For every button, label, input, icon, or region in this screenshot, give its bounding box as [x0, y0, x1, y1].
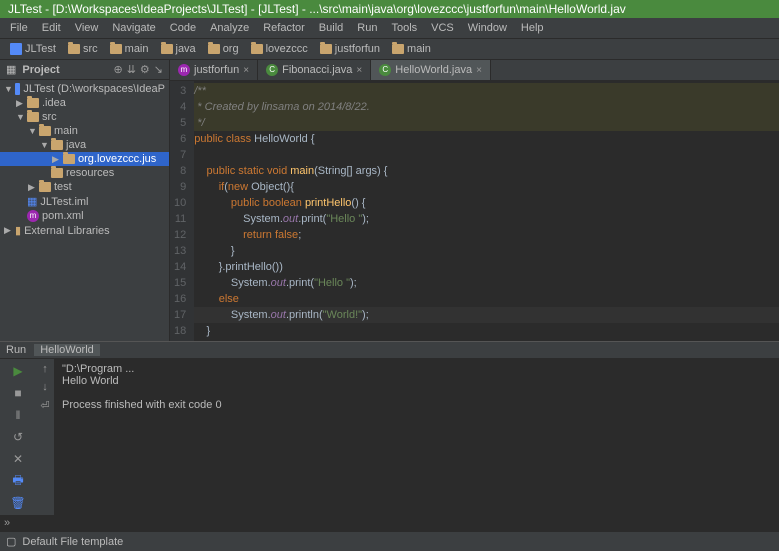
- menu-code[interactable]: Code: [164, 20, 202, 36]
- bc-mainpkg[interactable]: main: [388, 42, 435, 56]
- folder-icon: [251, 44, 263, 54]
- menu-view[interactable]: View: [69, 20, 105, 36]
- rerun-icon[interactable]: ▶: [10, 363, 26, 379]
- line-gutter: 3456789101112131415161718192021: [170, 81, 194, 341]
- restore-icon[interactable]: ↺: [10, 429, 26, 445]
- expand-handle[interactable]: »: [0, 515, 779, 531]
- close-icon[interactable]: ×: [476, 65, 482, 76]
- folder-icon: [39, 126, 51, 136]
- class-icon: C: [266, 64, 278, 76]
- sidebar-header: ▦ Project ⊕ ⇊ ⚙ ↘: [0, 60, 169, 80]
- tree-libs[interactable]: ▶▮External Libraries: [0, 223, 169, 238]
- folder-icon: [68, 44, 80, 54]
- run-toolbar: ▶ ■ ‖ ↺ ✕ 🖶 🗑: [0, 359, 36, 515]
- menu-help[interactable]: Help: [515, 20, 550, 36]
- folder-icon: [392, 44, 404, 54]
- project-icon: [10, 43, 22, 55]
- menu-analyze[interactable]: Analyze: [204, 20, 255, 36]
- bc-lovezccc[interactable]: lovezccc: [247, 42, 312, 56]
- folder-icon: [161, 44, 173, 54]
- bc-project[interactable]: JLTest: [6, 42, 60, 56]
- folder-icon: [63, 154, 75, 164]
- menu-run[interactable]: Run: [351, 20, 383, 36]
- tree-src[interactable]: ▼src: [0, 110, 169, 124]
- run-config-name[interactable]: HelloWorld: [34, 344, 100, 356]
- close-run-icon[interactable]: ✕: [10, 451, 26, 467]
- menu-bar: File Edit View Navigate Code Analyze Ref…: [0, 18, 779, 39]
- maven-icon: m: [178, 64, 190, 76]
- project-tree: ▼JLTest (D:\workspaces\IdeaP ▶.idea ▼src…: [0, 80, 169, 341]
- tab-helloworld[interactable]: CHelloWorld.java×: [371, 60, 491, 80]
- bc-org[interactable]: org: [204, 42, 243, 56]
- menu-vcs[interactable]: VCS: [425, 20, 460, 36]
- tree-test[interactable]: ▶test: [0, 180, 169, 194]
- library-icon: ▮: [15, 224, 21, 237]
- run-panel: Run HelloWorld ▶ ■ ‖ ↺ ✕ 🖶 🗑 ↑ ↓ ⏎ "D:\P…: [0, 341, 779, 531]
- tree-resources[interactable]: resources: [0, 166, 169, 180]
- pause-icon[interactable]: ‖: [10, 407, 26, 423]
- folder-icon: [110, 44, 122, 54]
- iml-icon: ▦: [27, 195, 37, 208]
- folder-icon: [51, 168, 63, 178]
- title-bar: JLTest - [D:\Workspaces\IdeaProjects\JLT…: [0, 0, 779, 18]
- gear-icon[interactable]: ⚙: [140, 63, 150, 76]
- menu-tools[interactable]: Tools: [385, 20, 423, 36]
- folder-icon: [27, 112, 39, 122]
- tree-main[interactable]: ▼main: [0, 124, 169, 138]
- run-tab-label[interactable]: Run: [6, 344, 26, 356]
- class-icon: C: [379, 64, 391, 76]
- menu-build[interactable]: Build: [313, 20, 349, 36]
- close-icon[interactable]: ×: [356, 65, 362, 76]
- tab-justforfun[interactable]: mjustforfun×: [170, 60, 258, 80]
- collapse-icon[interactable]: ⊕: [113, 63, 122, 76]
- wrap-icon[interactable]: ⏎: [40, 399, 49, 412]
- folder-icon: [320, 44, 332, 54]
- status-bar: ▢ Default File template: [0, 531, 779, 551]
- tree-idea[interactable]: ▶.idea: [0, 96, 169, 110]
- code-content[interactable]: /** * Created by linsama on 2014/8/22. *…: [194, 81, 779, 341]
- breadcrumb: JLTest src main java org lovezccc justfo…: [0, 39, 779, 60]
- folder-icon: [39, 182, 51, 192]
- bc-java[interactable]: java: [157, 42, 200, 56]
- folder-icon: [27, 98, 39, 108]
- project-tool-icon: ▦: [6, 63, 16, 76]
- tree-java[interactable]: ▼java: [0, 138, 169, 152]
- tab-fibonacci[interactable]: CFibonacci.java×: [258, 60, 371, 80]
- folder-icon: [51, 140, 63, 150]
- bc-main[interactable]: main: [106, 42, 153, 56]
- trash-icon[interactable]: 🗑: [10, 495, 26, 511]
- close-icon[interactable]: ×: [243, 65, 249, 76]
- project-sidebar: ▦ Project ⊕ ⇊ ⚙ ↘ ▼JLTest (D:\workspaces…: [0, 60, 170, 341]
- folder-icon: [208, 44, 220, 54]
- up-icon[interactable]: ↑: [42, 363, 48, 375]
- bc-justforfun[interactable]: justforfun: [316, 42, 384, 56]
- editor-area: mjustforfun× CFibonacci.java× CHelloWorl…: [170, 60, 779, 341]
- settings-icon[interactable]: ⇊: [127, 63, 136, 76]
- tree-iml[interactable]: ▦JLTest.iml: [0, 194, 169, 209]
- menu-file[interactable]: File: [4, 20, 34, 36]
- tree-pom[interactable]: mpom.xml: [0, 209, 169, 223]
- menu-navigate[interactable]: Navigate: [106, 20, 161, 36]
- tree-package[interactable]: ▶org.lovezccc.jus: [0, 152, 169, 166]
- maven-icon: m: [27, 210, 39, 222]
- menu-window[interactable]: Window: [462, 20, 513, 36]
- hide-icon[interactable]: ↘: [154, 63, 163, 76]
- run-header: Run HelloWorld: [0, 342, 779, 359]
- menu-edit[interactable]: Edit: [36, 20, 67, 36]
- code-editor[interactable]: 3456789101112131415161718192021 /** * Cr…: [170, 81, 779, 341]
- editor-tabs: mjustforfun× CFibonacci.java× CHelloWorl…: [170, 60, 779, 81]
- down-icon[interactable]: ↓: [42, 381, 48, 393]
- bc-src[interactable]: src: [64, 42, 102, 56]
- status-icon: ▢: [6, 535, 16, 548]
- status-text: Default File template: [22, 536, 123, 548]
- menu-refactor[interactable]: Refactor: [257, 20, 311, 36]
- run-output[interactable]: "D:\Program ... Hello World Process fini…: [54, 359, 779, 469]
- project-icon: [15, 83, 20, 95]
- sidebar-title: Project: [22, 64, 59, 76]
- tree-root[interactable]: ▼JLTest (D:\workspaces\IdeaP: [0, 82, 169, 96]
- print-icon[interactable]: 🖶: [10, 473, 26, 489]
- stop-icon[interactable]: ■: [10, 385, 26, 401]
